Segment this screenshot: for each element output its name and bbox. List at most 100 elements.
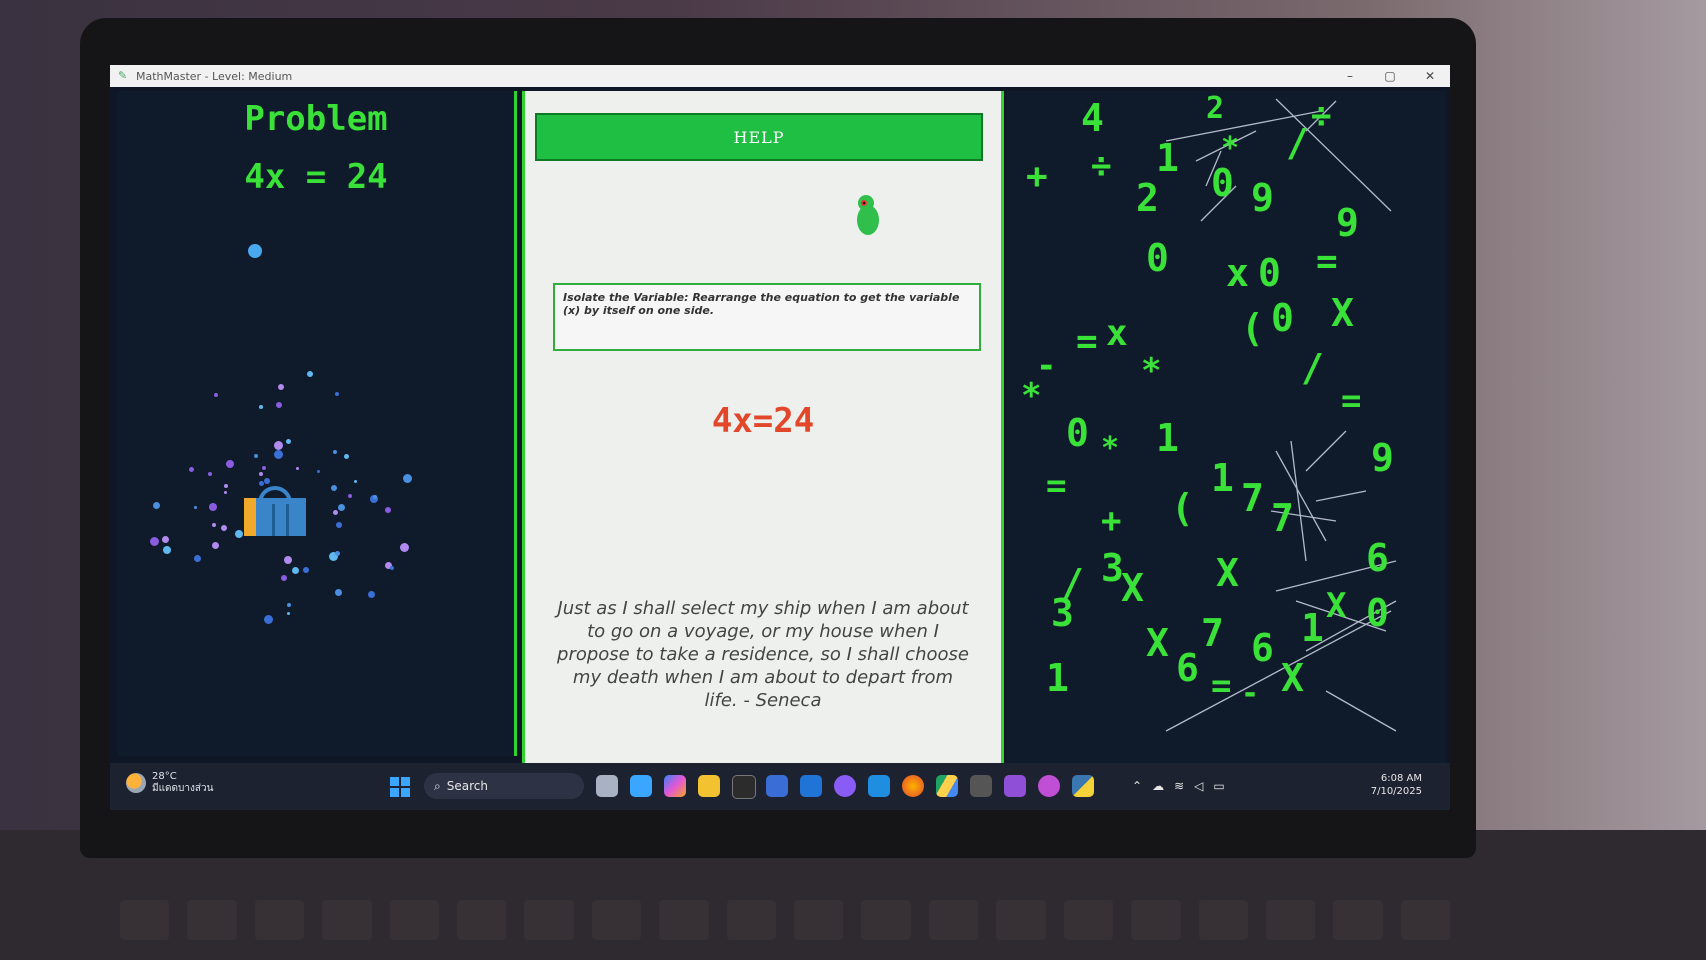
particle bbox=[261, 465, 266, 470]
particle bbox=[224, 483, 229, 488]
particle bbox=[258, 472, 263, 477]
cloud-icon[interactable]: ☁ bbox=[1152, 779, 1164, 793]
particle bbox=[212, 541, 220, 549]
particle bbox=[153, 501, 161, 509]
falling-symbol: 0 bbox=[1258, 251, 1281, 295]
battery-icon[interactable]: ▭ bbox=[1213, 779, 1224, 793]
file-explorer-icon[interactable] bbox=[596, 775, 618, 797]
particle bbox=[335, 589, 343, 597]
particle bbox=[224, 491, 228, 494]
particle bbox=[302, 566, 309, 573]
maximize-button[interactable]: ▢ bbox=[1370, 69, 1410, 83]
particle bbox=[274, 449, 284, 459]
help-equation: 4x=24 bbox=[711, 401, 815, 441]
particle bbox=[188, 467, 194, 473]
falling-symbol: * bbox=[1221, 131, 1240, 166]
google-drive-icon[interactable] bbox=[936, 775, 958, 797]
falling-symbol: 7 bbox=[1271, 496, 1294, 540]
outlook-icon[interactable] bbox=[800, 775, 822, 797]
help-button[interactable]: HELP bbox=[535, 113, 983, 161]
falling-symbol: = bbox=[1076, 321, 1098, 362]
clock-time: 6:08 AM bbox=[1380, 773, 1422, 784]
particle bbox=[161, 535, 169, 543]
app-icon[interactable] bbox=[970, 775, 992, 797]
falling-symbol: = bbox=[1211, 666, 1232, 706]
particle bbox=[286, 612, 290, 616]
window-controls: – ▢ ✕ bbox=[1330, 69, 1450, 83]
notepad-icon[interactable] bbox=[630, 775, 652, 797]
particle bbox=[368, 591, 376, 599]
basket-icon[interactable] bbox=[244, 486, 306, 536]
particle bbox=[278, 384, 285, 391]
search-label: Search bbox=[446, 779, 488, 793]
partly-sunny-icon bbox=[126, 773, 146, 793]
falling-symbol: 3 bbox=[1051, 591, 1074, 635]
particle bbox=[212, 523, 216, 528]
particle bbox=[337, 503, 345, 511]
window-titlebar[interactable]: ✎ MathMaster - Level: Medium – ▢ ✕ bbox=[110, 65, 1450, 87]
github-icon[interactable] bbox=[834, 775, 856, 797]
app-icon-2[interactable] bbox=[1038, 775, 1060, 797]
particle bbox=[332, 449, 337, 454]
falling-symbol: 1 bbox=[1046, 656, 1069, 700]
falling-symbol: 9 bbox=[1336, 201, 1359, 245]
falling-symbol: + bbox=[1026, 156, 1048, 197]
particle bbox=[213, 393, 218, 398]
falling-symbol: 6 bbox=[1251, 626, 1274, 670]
falling-symbol: ( bbox=[1241, 306, 1264, 350]
particle bbox=[263, 477, 270, 484]
problem-heading: Problem bbox=[244, 99, 388, 139]
taskbar-search[interactable]: ⌕ Search bbox=[424, 773, 584, 799]
particle bbox=[234, 529, 243, 538]
python-icon[interactable] bbox=[1072, 775, 1094, 797]
clock[interactable]: 6:08 AM 7/10/2025 bbox=[1371, 772, 1422, 798]
falling-symbol: 4 bbox=[1081, 96, 1104, 140]
falling-symbol: 0 bbox=[1366, 591, 1389, 635]
hint-box: Isolate the Variable: Rearrange the equa… bbox=[553, 283, 981, 351]
folder-icon[interactable] bbox=[698, 775, 720, 797]
windows-start-icon[interactable] bbox=[390, 777, 410, 797]
firefox-icon[interactable] bbox=[902, 775, 924, 797]
particle bbox=[208, 471, 213, 476]
falling-symbol: ÷ bbox=[1311, 96, 1332, 136]
falling-symbol: X bbox=[1146, 621, 1169, 665]
remote-desktop-icon[interactable] bbox=[766, 775, 788, 797]
particle bbox=[316, 469, 320, 473]
screen: ✎ MathMaster - Level: Medium – ▢ ✕ Probl… bbox=[110, 65, 1450, 810]
particle bbox=[220, 525, 227, 532]
vscode-icon[interactable] bbox=[868, 775, 890, 797]
weather-widget[interactable]: 28°C มีแดดบางส่วน bbox=[126, 771, 213, 795]
terminal-icon[interactable] bbox=[732, 775, 756, 799]
particle bbox=[332, 509, 338, 515]
problem-equation: 4x = 24 bbox=[244, 157, 388, 197]
falling-symbol: 6 bbox=[1176, 646, 1199, 690]
falling-symbol: x bbox=[1106, 313, 1128, 354]
falling-symbol: ( bbox=[1171, 486, 1194, 530]
particle bbox=[335, 521, 342, 528]
visual-studio-icon[interactable] bbox=[1004, 775, 1026, 797]
help-panel: HELP Isolate the Variable: Rearrange the… bbox=[522, 91, 1004, 763]
wifi-icon[interactable]: ≋ bbox=[1174, 779, 1184, 793]
search-icon: ⌕ bbox=[434, 778, 441, 793]
falling-symbol: = bbox=[1046, 466, 1067, 506]
particle bbox=[344, 453, 350, 459]
particle bbox=[335, 392, 339, 397]
particle bbox=[208, 502, 217, 511]
particle bbox=[194, 555, 202, 563]
particle bbox=[389, 565, 394, 570]
particle bbox=[291, 566, 299, 574]
falling-symbol: 1 bbox=[1156, 136, 1179, 180]
close-button[interactable]: ✕ bbox=[1410, 69, 1450, 83]
particle bbox=[286, 439, 292, 445]
weather-desc: มีแดดบางส่วน bbox=[152, 783, 214, 794]
particle bbox=[347, 494, 352, 499]
copilot-icon[interactable] bbox=[664, 775, 686, 797]
minimize-button[interactable]: – bbox=[1330, 69, 1370, 83]
bird-mascot-icon bbox=[857, 195, 879, 235]
volume-icon[interactable]: ◁ bbox=[1194, 779, 1203, 793]
falling-symbol: 1 bbox=[1156, 416, 1179, 460]
particle bbox=[254, 453, 259, 458]
chevron-up-icon[interactable]: ⌃ bbox=[1132, 779, 1142, 793]
falling-symbol: 1 bbox=[1211, 456, 1234, 500]
particle bbox=[280, 574, 287, 581]
